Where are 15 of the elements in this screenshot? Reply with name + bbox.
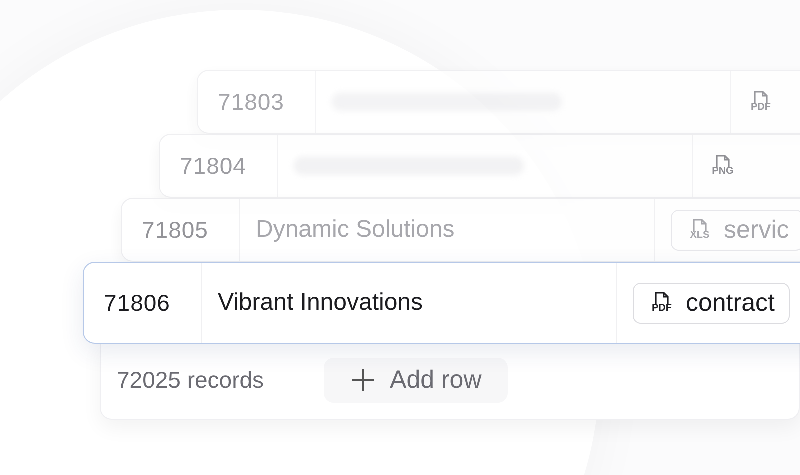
table-row[interactable]: 71806 Vibrant Innovations PDF contract [83, 262, 800, 344]
table-row[interactable]: 71803 PDF [197, 70, 800, 134]
row-id: 71804 [180, 152, 246, 180]
file-chip[interactable]: PDF contract [633, 282, 790, 324]
table-row[interactable]: 71804 PNG [159, 134, 800, 198]
file-chip[interactable]: XLS servic [671, 210, 800, 250]
company-name: Vibrant Innovations [218, 289, 424, 317]
record-count: 72025 records [117, 366, 264, 394]
table-row[interactable]: 71805 Dynamic Solutions XLS servic [121, 198, 800, 262]
company-name: Dynamic Solutions [256, 216, 455, 244]
row-id: 71806 [104, 290, 170, 316]
row-id: 71805 [142, 216, 208, 244]
row-id: 71803 [218, 88, 284, 116]
add-row-button[interactable]: Add row [324, 358, 508, 402]
plus-icon [350, 367, 376, 393]
